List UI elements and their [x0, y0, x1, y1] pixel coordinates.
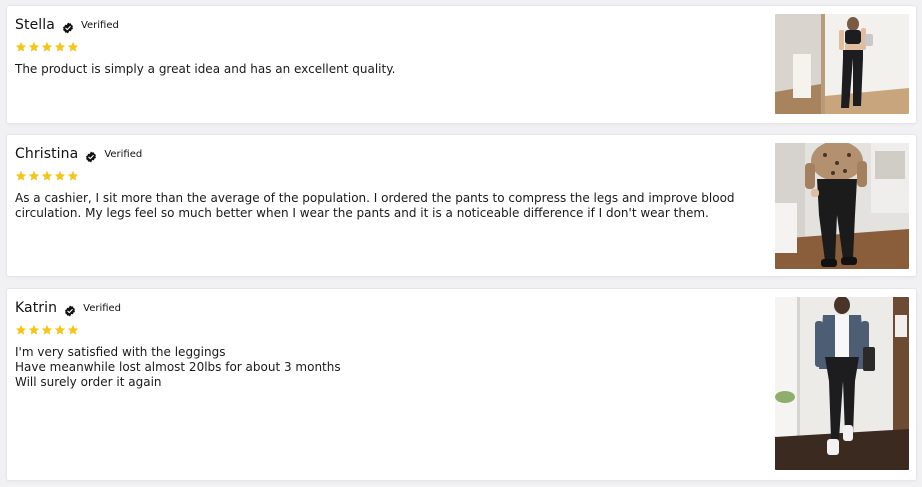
star-icon: [28, 38, 40, 52]
star-icon: [67, 321, 79, 335]
review-line: As a cashier, I sit more than the averag…: [15, 191, 735, 220]
star-icon: [54, 38, 66, 52]
star-icon: [28, 321, 40, 335]
star-rating: [15, 38, 79, 52]
reviewer-name: Stella: [15, 17, 55, 33]
review-line: Have meanwhile lost almost 20lbs for abo…: [15, 360, 341, 374]
verified-check-icon: [85, 148, 97, 163]
star-rating: [15, 321, 79, 335]
review-text: The product is simply a great idea and h…: [15, 62, 755, 77]
review-line: I'm very satisfied with the leggings: [15, 345, 226, 359]
review-card: Katrin Verified I'm very satisfied with …: [7, 289, 916, 480]
review-text: I'm very satisfied with the leggings Hav…: [15, 345, 755, 390]
verified-label: Verified: [83, 302, 122, 314]
verified-label: Verified: [80, 19, 119, 31]
verified-check-icon: [62, 19, 74, 34]
star-icon: [28, 167, 40, 181]
star-icon: [15, 321, 27, 335]
star-icon: [15, 167, 27, 181]
star-rating: [15, 167, 79, 181]
review-photo[interactable]: [775, 14, 909, 114]
reviewer-name: Christina: [15, 146, 79, 162]
star-icon: [41, 38, 53, 52]
review-header: Stella Verified: [15, 15, 119, 35]
star-icon: [54, 167, 66, 181]
star-icon: [67, 167, 79, 181]
star-icon: [41, 167, 53, 181]
review-line: The product is simply a great idea and h…: [15, 62, 396, 76]
reviewer-name: Katrin: [15, 300, 58, 316]
star-icon: [41, 321, 53, 335]
review-text: As a cashier, I sit more than the averag…: [15, 191, 755, 221]
star-icon: [67, 38, 79, 52]
review-card: Stella Verified The product is simply a …: [7, 6, 916, 123]
review-card: Christina Verified As a cashier, I sit m…: [7, 135, 916, 276]
review-photo[interactable]: [775, 143, 909, 269]
star-icon: [15, 38, 27, 52]
star-icon: [54, 321, 66, 335]
verified-check-icon: [64, 302, 76, 317]
review-header: Katrin Verified: [15, 298, 121, 318]
verified-label: Verified: [104, 148, 143, 160]
review-header: Christina Verified: [15, 144, 142, 164]
review-line: Will surely order it again: [15, 375, 162, 389]
reviews-list: Stella Verified The product is simply a …: [0, 0, 922, 487]
review-photo[interactable]: [775, 297, 909, 470]
